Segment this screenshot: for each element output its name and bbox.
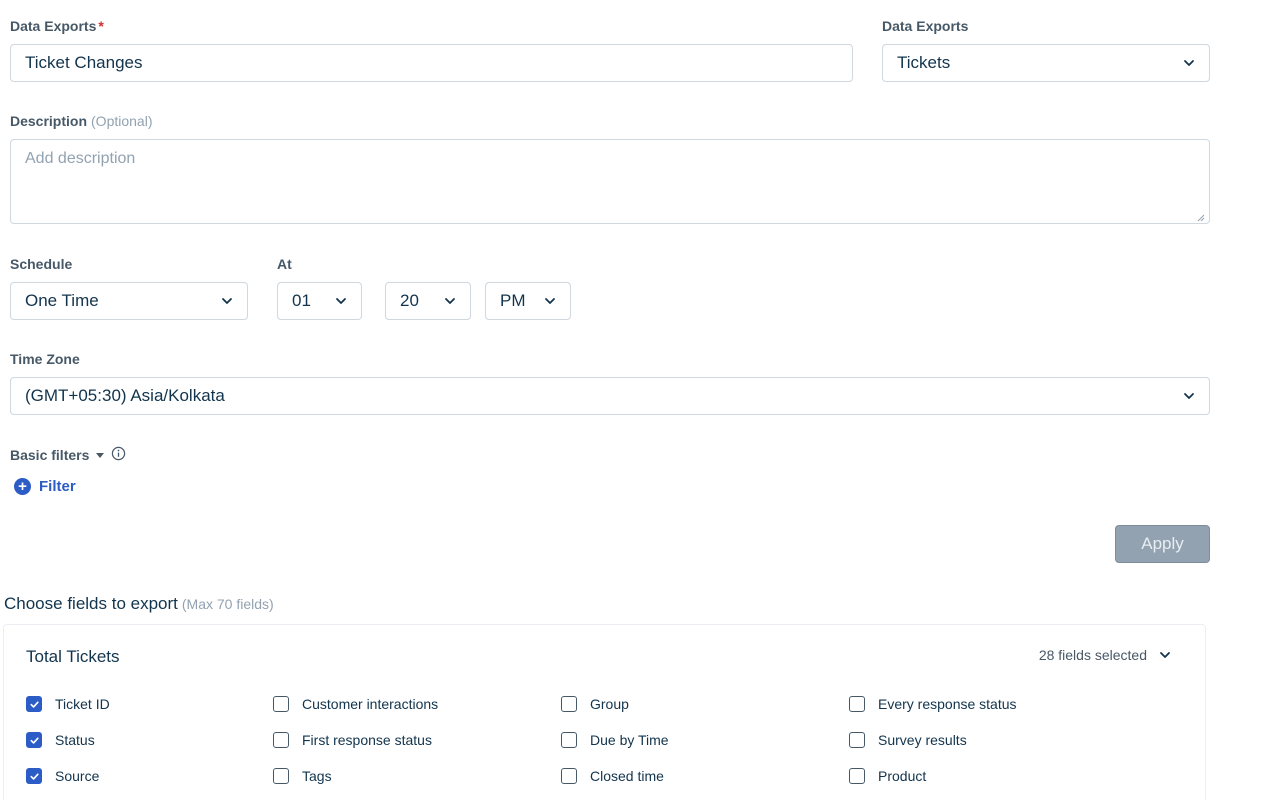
type-label: Data Exports (882, 18, 969, 34)
field-checkbox-item[interactable]: Due by Time (561, 732, 669, 748)
check-icon (29, 700, 39, 708)
field-checkbox-label: Product (878, 768, 927, 784)
checkbox-unchecked[interactable] (849, 696, 865, 712)
checkbox-unchecked[interactable] (273, 696, 289, 712)
field-checkbox-label: First response status (302, 732, 432, 748)
checkbox-unchecked[interactable] (561, 768, 577, 784)
checkbox-checked[interactable] (26, 768, 42, 784)
checkbox-checked[interactable] (26, 696, 42, 712)
checkbox-unchecked[interactable] (849, 732, 865, 748)
basic-filters-label: Basic filters (10, 447, 90, 463)
fields-panel: Total Tickets 28 fields selected Ticket … (3, 624, 1206, 800)
field-checkbox-label: Closed time (590, 768, 664, 784)
timezone-value: (GMT+05:30) Asia/Kolkata (25, 386, 225, 405)
checkbox-unchecked[interactable] (273, 768, 289, 784)
export-name-input[interactable]: Ticket Changes (10, 44, 853, 82)
checkbox-checked[interactable] (26, 732, 42, 748)
chevron-down-icon (1159, 649, 1171, 661)
field-checkbox-item[interactable]: Source (26, 768, 99, 784)
chevron-down-icon (544, 295, 556, 307)
field-checkbox-item[interactable]: Status (26, 732, 95, 748)
field-checkbox-item[interactable]: Product (849, 768, 926, 784)
panel-title: Total Tickets (26, 647, 120, 666)
hour-select[interactable]: 01 (277, 282, 362, 320)
minute-select[interactable]: 20 (385, 282, 471, 320)
checkbox-unchecked[interactable] (561, 732, 577, 748)
field-checkbox-item[interactable]: Customer interactions (273, 696, 438, 712)
field-checkbox-label: Due by Time (590, 732, 669, 748)
max-fields-note: (Max 70 fields) (181, 596, 274, 612)
field-checkbox-label: Tags (302, 768, 332, 784)
caret-down-icon (95, 447, 105, 463)
optional-note: (Optional) (91, 113, 153, 129)
timezone-label: Time Zone (10, 351, 80, 367)
choose-fields-title: Choose fields to export (Max 70 fields) (4, 594, 274, 613)
required-mark: * (98, 18, 104, 34)
chevron-down-icon (444, 295, 456, 307)
chevron-down-icon (1183, 390, 1195, 402)
field-checkbox-item[interactable]: Survey results (849, 732, 967, 748)
field-checkbox-item[interactable]: Every response status (849, 696, 1017, 712)
field-checkbox-label: Customer interactions (302, 696, 439, 712)
check-icon (29, 736, 39, 744)
field-checkbox-item[interactable]: First response status (273, 732, 432, 748)
apply-button[interactable]: Apply (1115, 525, 1210, 563)
field-checkbox-label: Every response status (878, 696, 1017, 712)
at-label: At (277, 256, 292, 272)
checkbox-unchecked[interactable] (561, 696, 577, 712)
description-textarea[interactable]: Add description (10, 139, 1210, 224)
field-checkbox-label: Status (55, 732, 95, 748)
export-type-select[interactable]: Tickets (882, 44, 1210, 82)
add-filter-link[interactable]: + Filter (14, 478, 76, 495)
name-label: Data Exports * (10, 18, 104, 34)
info-icon[interactable] (111, 446, 126, 464)
fields-selected-toggle[interactable]: 28 fields selected (1039, 647, 1171, 663)
add-filter-label: Filter (39, 478, 76, 495)
fields-selected-count: 28 fields selected (1038, 647, 1147, 663)
field-checkbox-label: Source (55, 768, 100, 784)
description-placeholder: Add description (25, 150, 136, 167)
resize-handle-icon[interactable] (1195, 209, 1205, 222)
checkbox-unchecked[interactable] (273, 732, 289, 748)
schedule-value: One Time (25, 291, 99, 310)
minute-value: 20 (400, 291, 419, 310)
plus-circle-icon: + (14, 478, 31, 495)
field-checkbox-label: Group (590, 696, 629, 712)
field-checkbox-label: Ticket ID (55, 696, 110, 712)
chevron-down-icon (335, 295, 347, 307)
schedule-select[interactable]: One Time (10, 282, 248, 320)
description-label: Description (Optional) (10, 113, 153, 129)
meridiem-select[interactable]: PM (485, 282, 571, 320)
field-checkbox-item[interactable]: Ticket ID (26, 696, 110, 712)
meridiem-value: PM (500, 291, 526, 310)
export-type-value: Tickets (897, 53, 951, 72)
chevron-down-icon (221, 295, 233, 307)
schedule-label: Schedule (10, 256, 73, 272)
basic-filters-toggle[interactable]: Basic filters (10, 446, 126, 464)
field-checkbox-item[interactable]: Tags (273, 768, 332, 784)
chevron-down-icon (1183, 57, 1195, 69)
field-checkbox-item[interactable]: Closed time (561, 768, 664, 784)
hour-value: 01 (292, 291, 311, 310)
field-checkbox-label: Survey results (878, 732, 967, 748)
checkbox-unchecked[interactable] (849, 768, 865, 784)
field-checkbox-item[interactable]: Group (561, 696, 629, 712)
timezone-select[interactable]: (GMT+05:30) Asia/Kolkata (10, 377, 1210, 415)
check-icon (29, 772, 39, 780)
export-name-value: Ticket Changes (25, 53, 143, 72)
